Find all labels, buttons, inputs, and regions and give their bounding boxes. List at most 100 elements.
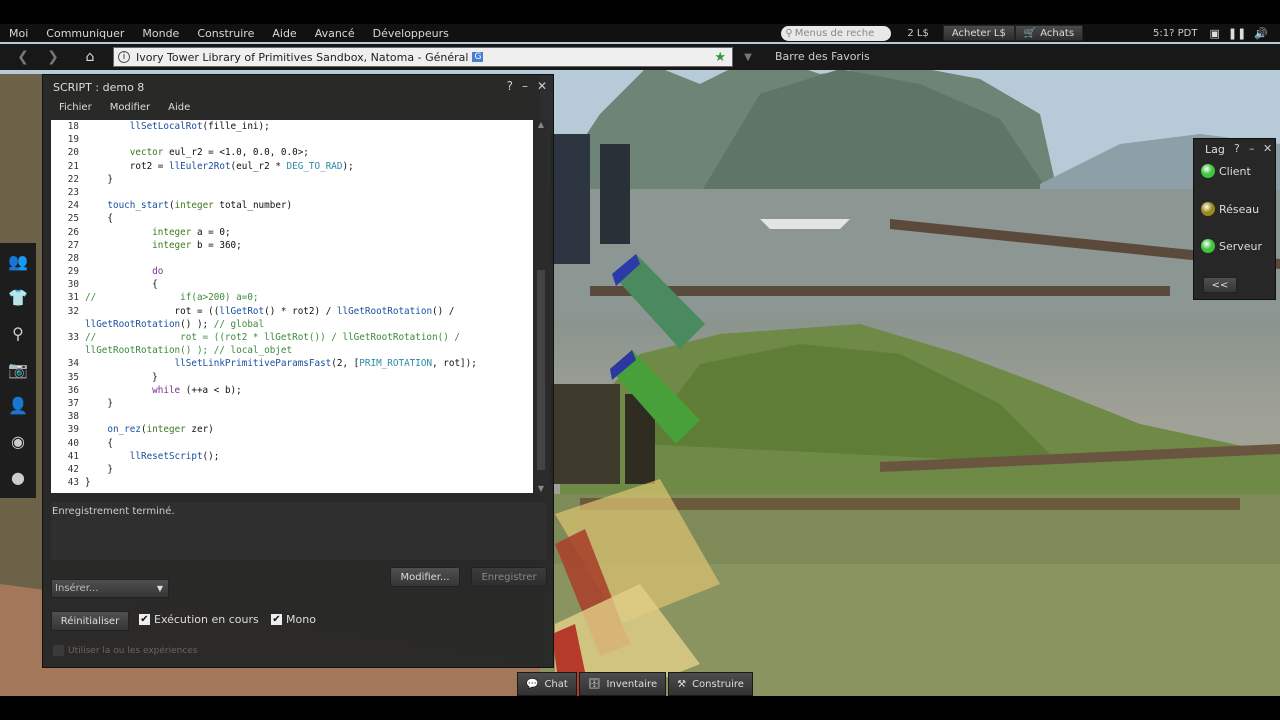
line-number: 21	[67, 160, 79, 172]
menu-search-input[interactable]: ⚲ Menus de reche	[781, 25, 892, 41]
line-number: 41	[67, 450, 79, 462]
monitor-icon[interactable]: ▣	[1209, 27, 1219, 40]
help-icon[interactable]: ?	[507, 79, 513, 93]
line-number: 30	[67, 279, 79, 291]
minimize-icon[interactable]: –	[522, 79, 528, 93]
code-text: }	[85, 173, 113, 185]
line-number: 27	[67, 239, 79, 251]
experience-checkbox[interactable]: Utiliser la ou les expériences	[53, 645, 198, 656]
favorites-bar-label: Barre des Favoris	[775, 50, 870, 63]
build-button[interactable]: ⚒ Construire	[668, 672, 753, 696]
menu-communicate[interactable]: Communiquer	[37, 27, 133, 40]
location-dropdown-button[interactable]: ▼	[735, 46, 761, 68]
menu-advanced[interactable]: Avancé	[306, 27, 364, 40]
scroll-up-icon[interactable]: ▲	[535, 120, 547, 129]
toolbar-groups-button[interactable]: 👤	[0, 387, 36, 423]
help-icon[interactable]: ?	[1234, 142, 1240, 155]
toolbar-voice-button[interactable]: ◉	[0, 423, 36, 459]
code-line: 35 }	[51, 371, 533, 384]
line-number: 38	[67, 411, 79, 423]
line-number: 40	[67, 437, 79, 449]
edit-button[interactable]: Modifier...	[390, 567, 460, 587]
home-button[interactable]: ⌂	[77, 46, 103, 68]
running-label: Exécution en cours	[154, 613, 259, 626]
save-button[interactable]: Enregistrer	[471, 567, 547, 587]
code-text: }	[85, 397, 113, 409]
scrollbar-thumb[interactable]	[537, 270, 545, 470]
mono-checkbox[interactable]: ✔ Mono	[271, 613, 316, 626]
code-text: on_rez(integer zer)	[107, 424, 214, 436]
minimize-icon[interactable]: –	[1249, 142, 1255, 155]
code-editor[interactable]: 18 llSetLocalRot(fille_ini); 19 20 vector …	[51, 120, 533, 493]
volume-icon[interactable]: 🔊	[1254, 27, 1268, 40]
code-text: touch_start(integer total_number)	[107, 200, 293, 212]
cart-icon: 🛒	[1023, 27, 1037, 39]
menu-me[interactable]: Moi	[0, 27, 37, 40]
toolbar-appearance-button[interactable]: 👕	[0, 279, 36, 315]
top-menubar: Moi Communiquer Monde Construire Aide Av…	[0, 24, 1280, 42]
line-number: 43	[67, 477, 79, 489]
code-text: llResetScript();	[129, 450, 220, 462]
menu-file[interactable]: Fichier	[59, 102, 92, 113]
menu-developers[interactable]: Développeurs	[364, 27, 458, 40]
balance-display[interactable]: 2 L$	[907, 28, 928, 39]
menu-help[interactable]: Aide	[263, 27, 305, 40]
shirt-icon: 👕	[8, 287, 28, 307]
code-line: 28	[51, 252, 533, 265]
line-number: 35	[67, 371, 79, 383]
camera-icon: 📷	[8, 359, 28, 379]
editor-scrollbar[interactable]: ▲ ▼	[535, 120, 547, 493]
toolbar-people-button[interactable]: 👥	[0, 243, 36, 279]
code-text: {	[85, 437, 113, 449]
inventory-button[interactable]: 🗄 Inventaire	[578, 672, 667, 696]
bottom-toolbar: 💬 Chat 🗄 Inventaire ⚒ Construire	[517, 672, 753, 696]
favorite-star-icon[interactable]: ★	[714, 50, 726, 65]
code-line: llGetRootRotation() ); // global	[51, 318, 533, 331]
line-number: 32	[67, 305, 79, 317]
code-text: llGetRootRotation() ); // local_objet	[85, 345, 293, 357]
chat-button[interactable]: 💬 Chat	[517, 672, 577, 696]
toolbar-search-button[interactable]: ⚲	[0, 315, 36, 351]
code-text: integer b = 360;	[152, 239, 242, 251]
save-button-label: Enregistrer	[481, 571, 537, 583]
script-window-title: SCRIPT : demo 8	[53, 81, 145, 94]
top-black-strip	[0, 0, 1280, 24]
lag-collapse-button[interactable]: <<	[1203, 277, 1237, 293]
menu-help[interactable]: Aide	[168, 102, 190, 113]
code-text: llSetLocalRot(fille_ini);	[129, 121, 270, 132]
pause-icon[interactable]: ❚❚	[1228, 27, 1246, 40]
window-controls: ? – ✕	[507, 79, 547, 93]
speech-bubble-icon: 💬	[526, 678, 539, 690]
line-number: 19	[67, 134, 79, 146]
toolbar-snapshot-button[interactable]: 📷	[0, 351, 36, 387]
code-text: integer a = 0;	[152, 226, 231, 238]
close-icon[interactable]: ✕	[1263, 142, 1272, 155]
home-icon: ⌂	[85, 49, 95, 65]
forward-button[interactable]: ❯	[40, 46, 66, 68]
running-checkbox[interactable]: ✔ Exécution en cours	[139, 613, 259, 626]
close-icon[interactable]: ✕	[537, 79, 547, 93]
menu-world[interactable]: Monde	[133, 27, 188, 40]
experience-label: Utiliser la ou les expériences	[68, 645, 198, 656]
code-text: vector eul_r2 = <1.0, 0.0, 0.0>;	[129, 147, 309, 159]
script-menu: Fichier Modifier Aide	[59, 102, 190, 113]
info-icon[interactable]: i	[118, 51, 130, 63]
code-line: 38	[51, 410, 533, 423]
shop-button[interactable]: 🛒 Achats	[1014, 25, 1084, 41]
buy-currency-button[interactable]: Acheter L$	[942, 25, 1015, 41]
code-lines: 18 llSetLocalRot(fille_ini); 19 20 vector …	[51, 120, 533, 489]
lag-row-label: Réseau	[1219, 202, 1260, 216]
code-line: 36 while (++a < b);	[51, 384, 533, 397]
code-line: 30 {	[51, 278, 533, 291]
line-number: 29	[67, 266, 79, 278]
insert-dropdown[interactable]: Insérer... ▼	[51, 579, 169, 598]
menu-build[interactable]: Construire	[188, 27, 263, 40]
toolbar-place-button[interactable]: ●	[0, 459, 36, 495]
inventory-label: Inventaire	[606, 678, 658, 690]
location-bar[interactable]: i Ivory Tower Library of Primitives Sand…	[113, 47, 733, 67]
menu-edit[interactable]: Modifier	[110, 102, 150, 113]
reset-button[interactable]: Réinitialiser	[51, 611, 129, 631]
back-button[interactable]: ❮	[10, 46, 36, 68]
scroll-down-icon[interactable]: ▼	[535, 484, 547, 493]
empty-checkbox-icon	[53, 645, 64, 656]
